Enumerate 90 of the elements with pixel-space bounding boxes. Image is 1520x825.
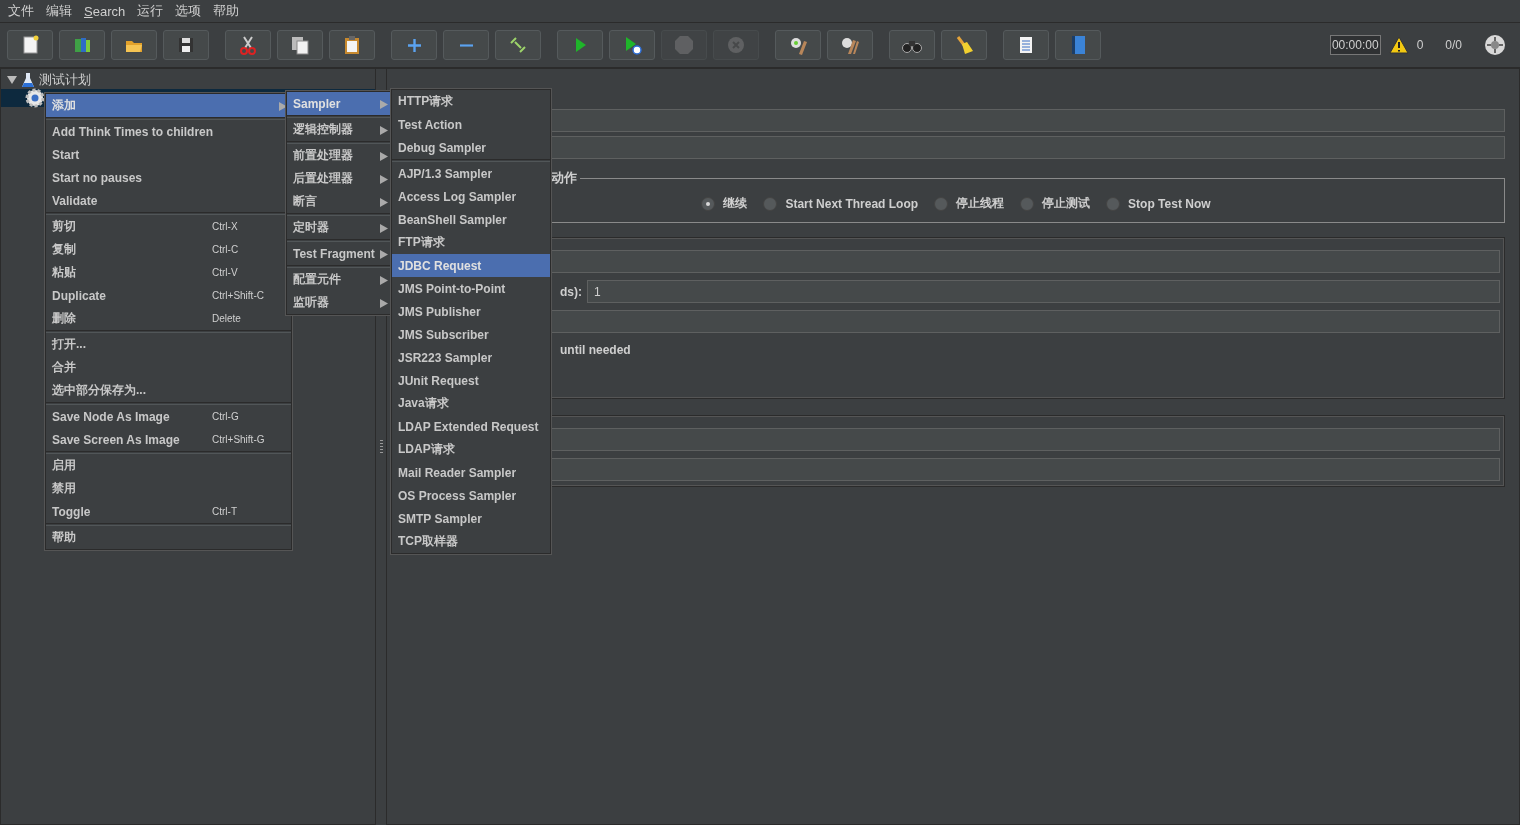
- menu-item[interactable]: JSR223 Sampler: [392, 346, 550, 369]
- menu-item[interactable]: Toggle Ctrl-T: [46, 500, 291, 523]
- submenu-arrow-icon: [380, 224, 388, 233]
- toolbar-button[interactable]: [775, 30, 821, 60]
- menu-item[interactable]: 配置元件: [287, 268, 392, 291]
- toolbar-button[interactable]: [59, 30, 105, 60]
- toolbar-button[interactable]: [111, 30, 157, 60]
- toolbar-button[interactable]: [7, 30, 53, 60]
- menu-item[interactable]: 运行: [131, 2, 170, 20]
- option-label: until needed: [560, 343, 632, 357]
- menu-item[interactable]: 编辑: [40, 2, 78, 20]
- menu-item[interactable]: 前置处理器: [287, 144, 392, 167]
- menu-item[interactable]: JMS Publisher: [392, 300, 550, 323]
- menu-item[interactable]: AJP/1.3 Sampler: [392, 162, 550, 185]
- radio-option[interactable]: 停止测试: [1020, 195, 1091, 212]
- toolbar-button[interactable]: [941, 30, 987, 60]
- field-label: ds):: [560, 284, 582, 299]
- menu-item[interactable]: TCP取样器: [392, 530, 550, 553]
- toolbar-button[interactable]: [225, 30, 271, 60]
- menu-item[interactable]: Mail Reader Sampler: [392, 461, 550, 484]
- radio-option[interactable]: Stop Test Now: [1106, 195, 1211, 212]
- minus-icon: [459, 43, 473, 47]
- stop-sign-icon: [673, 34, 695, 56]
- menu-item[interactable]: SMTP Sampler: [392, 507, 550, 530]
- menu-item[interactable]: 合并: [46, 356, 291, 379]
- toolbar-button[interactable]: [889, 30, 935, 60]
- close-icon: [725, 34, 747, 56]
- toolbar-button[interactable]: [609, 30, 655, 60]
- radio-option[interactable]: Start Next Thread Loop: [763, 195, 919, 212]
- menu-item[interactable]: 逻辑控制器: [287, 118, 392, 141]
- menu-item[interactable]: Access Log Sampler: [392, 185, 550, 208]
- menu-item[interactable]: Save Screen As Image Ctrl+Shift-G: [46, 428, 291, 451]
- menu-item[interactable]: Sampler: [287, 92, 392, 115]
- menu-item[interactable]: 选项: [169, 2, 208, 20]
- menu-item[interactable]: 帮助: [207, 2, 246, 20]
- menu-item[interactable]: JMS Subscriber: [392, 323, 550, 346]
- menu-item[interactable]: 断言: [287, 190, 392, 213]
- toolbar-button[interactable]: [277, 30, 323, 60]
- menu-item[interactable]: Java请求: [392, 392, 550, 415]
- menu-item[interactable]: 打开...: [46, 333, 291, 356]
- splitter-grip[interactable]: [379, 440, 383, 454]
- menu-item[interactable]: HTTP请求: [392, 90, 550, 113]
- menu-item[interactable]: Save Node As Image Ctrl-G: [46, 405, 291, 428]
- menu-item[interactable]: OS Process Sampler: [392, 484, 550, 507]
- plus-icon: [407, 38, 421, 52]
- menu-item[interactable]: Search: [78, 3, 132, 19]
- menu-item[interactable]: LDAP Extended Request: [392, 415, 550, 438]
- thread-count: 0/0: [1445, 38, 1462, 52]
- menu-item[interactable]: 选中部分保存为...: [46, 379, 291, 402]
- menu-item[interactable]: Test Action: [392, 113, 550, 136]
- menu-item[interactable]: 帮助: [46, 526, 291, 549]
- menu-item[interactable]: JDBC Request: [392, 254, 550, 277]
- menu-item[interactable]: 启用: [46, 454, 291, 477]
- radio-option[interactable]: 继续: [701, 195, 748, 212]
- warning-count: 0: [1416, 38, 1424, 52]
- menu-item[interactable]: FTP请求: [392, 231, 550, 254]
- submenu-arrow-icon: [279, 102, 287, 111]
- menu-item[interactable]: Test Fragment: [287, 242, 392, 265]
- submenu-arrow-icon: [380, 175, 388, 184]
- expand-triangle-icon[interactable]: [7, 75, 17, 85]
- menu-item[interactable]: BeanShell Sampler: [392, 208, 550, 231]
- menu-item[interactable]: JUnit Request: [392, 369, 550, 392]
- submenu-arrow-icon: [380, 198, 388, 207]
- toolbar-button[interactable]: [329, 30, 375, 60]
- submenu-arrow-icon: [380, 100, 388, 109]
- submenu-arrow-icon: [380, 250, 388, 259]
- input-field[interactable]: 1: [587, 280, 1500, 303]
- submenu-arrow-icon: [380, 276, 388, 285]
- menu-item[interactable]: 文件: [2, 2, 40, 20]
- radio-option[interactable]: 停止线程: [934, 195, 1005, 212]
- copy-icon: [289, 34, 311, 56]
- warning-icon[interactable]: [1388, 36, 1409, 54]
- toolbar-button[interactable]: [827, 30, 873, 60]
- tree-item[interactable]: 测试计划: [39, 71, 91, 89]
- group-legend: 动作: [548, 169, 580, 187]
- submenu-arrow-icon: [380, 299, 388, 308]
- scissors-icon: [237, 34, 259, 56]
- toolbar-button[interactable]: [163, 30, 209, 60]
- submenu-arrow-icon: [380, 126, 388, 135]
- menu-item[interactable]: 后置处理器: [287, 167, 392, 190]
- menu-item[interactable]: 定时器: [287, 216, 392, 239]
- menu-item[interactable]: JMS Point-to-Point: [392, 277, 550, 300]
- submenu-arrow-icon: [380, 152, 388, 161]
- menu-item[interactable]: 禁用: [46, 477, 291, 500]
- menu-item[interactable]: LDAP请求: [392, 438, 550, 461]
- menu-item[interactable]: Debug Sampler: [392, 136, 550, 159]
- flask-icon: [21, 72, 35, 88]
- elapsed-timer: 00:00:00: [1329, 35, 1381, 55]
- remote-status-icon: [1484, 34, 1506, 56]
- toolbar-button[interactable]: [1003, 30, 1049, 60]
